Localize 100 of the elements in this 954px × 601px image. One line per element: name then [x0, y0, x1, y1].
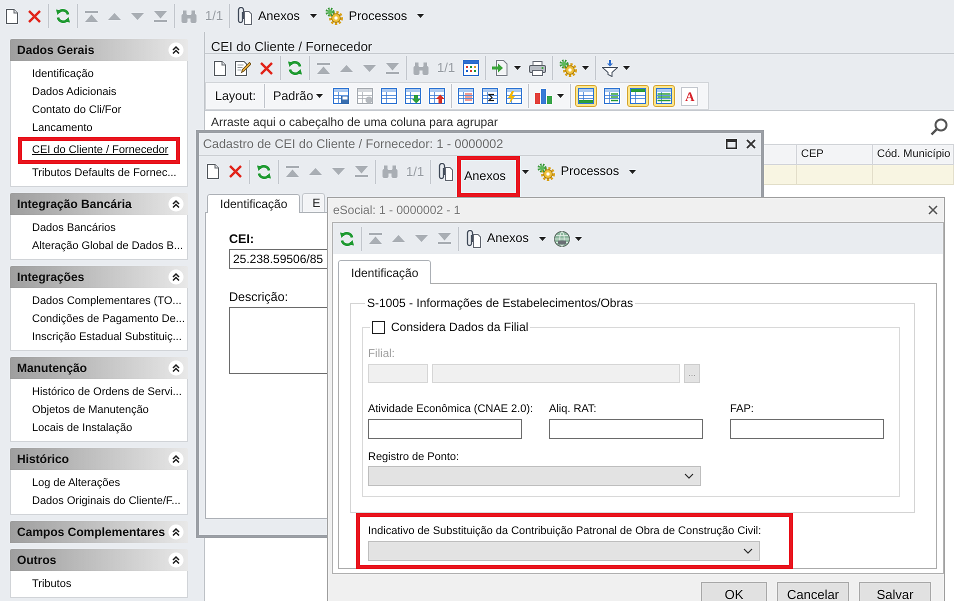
input-field[interactable]: 25.238.59506/85 — [229, 248, 328, 269]
processes-menu-button[interactable]: Processos — [346, 4, 410, 28]
chevron-down-icon — [684, 473, 694, 480]
sidebar-item[interactable]: Inscrição Estadual Substituiç... — [32, 328, 182, 346]
sidebar-item[interactable]: Tributos Defaults de Fornec... — [32, 164, 176, 182]
refresh-arrows-icon — [256, 164, 272, 180]
group-header[interactable]: Integrações — [10, 266, 188, 288]
field-label: Descrição: — [229, 288, 288, 306]
double-chevron-icon[interactable] — [168, 269, 184, 285]
table-icon — [656, 88, 672, 104]
sidebar-item[interactable]: Contato do Cli/For — [32, 101, 122, 119]
caret-icon — [316, 94, 324, 98]
triangle-down-icon — [363, 64, 376, 72]
group-header[interactable]: Outros — [10, 549, 188, 571]
table-bolt-icon — [506, 88, 522, 104]
record-counter: 1/1 — [405, 162, 426, 181]
select-field[interactable] — [368, 466, 701, 486]
double-chevron-icon[interactable] — [168, 42, 184, 58]
sidebar-item[interactable]: Condições de Pagamento De... — [32, 310, 185, 328]
toggle-button[interactable] — [627, 85, 650, 107]
document-icon — [206, 164, 218, 179]
table-arrow-down-icon — [405, 88, 422, 104]
globe-icon — [554, 230, 570, 246]
sidebar-item[interactable]: Dados Complementares (TO... — [32, 292, 182, 310]
bar-triangle-down-icon — [355, 166, 368, 177]
triangle-down-icon — [332, 168, 345, 175]
window-title: Cadastro de CEI do Cliente / Fornecedor: 1 - 0000002 — [203, 136, 504, 153]
group-title: Histórico — [17, 451, 70, 468]
table-icon — [630, 88, 646, 104]
font-color-button[interactable]: A — [681, 86, 698, 106]
tab[interactable]: Identificação — [338, 260, 432, 284]
sidebar-item[interactable]: Locais de Instalação — [32, 419, 132, 437]
group-header[interactable]: Integração Bancária — [10, 193, 188, 215]
double-chevron-icon[interactable] — [168, 524, 184, 540]
search-icon[interactable] — [930, 118, 948, 136]
double-chevron-icon[interactable] — [168, 552, 184, 568]
paperclip-icon — [465, 230, 481, 248]
gear-icon — [324, 7, 343, 25]
tab[interactable]: Identificação — [207, 194, 300, 213]
close-icon[interactable] — [928, 205, 938, 215]
printer-icon — [529, 60, 546, 76]
checkbox-label: Considera Dados da Filial — [391, 319, 528, 336]
tab[interactable]: E — [302, 193, 326, 212]
bar-triangle-up-icon — [317, 62, 330, 74]
input-field[interactable] — [549, 418, 703, 439]
group-header[interactable]: Histórico — [10, 448, 188, 470]
gear-icon — [559, 59, 578, 77]
dialog-button[interactable]: Salvar — [859, 582, 931, 601]
section-title: S-1005 - Informações de Estabelecimentos/Obras — [366, 295, 634, 312]
processes-menu-button[interactable]: Processos — [558, 160, 622, 184]
sidebar-item[interactable]: Tributos — [32, 575, 72, 593]
column-header[interactable]: Cód. Município — [873, 145, 954, 164]
document-pencil-icon — [235, 60, 251, 76]
double-chevron-icon[interactable] — [168, 196, 184, 212]
caret-icon — [582, 66, 590, 70]
cross-icon — [28, 10, 41, 22]
dialog-button[interactable]: OK — [701, 582, 767, 601]
sidebar-item[interactable]: Log de Alterações — [32, 474, 120, 492]
group-by-hint: Arraste aqui o cabeçalho de uma coluna para agrupar — [211, 114, 498, 131]
checkbox[interactable] — [372, 320, 385, 334]
document-arrow-icon — [492, 60, 510, 76]
maximize-icon[interactable] — [726, 139, 737, 149]
layout-dropdown[interactable]: Padrão — [267, 84, 330, 108]
sidebar-item[interactable]: Objetos de Manutenção — [32, 401, 149, 419]
sidebar-item[interactable]: Dados Bancários — [32, 219, 116, 237]
sidebar-item[interactable]: Lancamento — [32, 119, 93, 137]
select-field[interactable] — [368, 540, 760, 561]
column-header[interactable]: CEP — [797, 145, 873, 164]
field-label: Aliq. RAT: — [549, 402, 596, 418]
triangle-down-icon — [415, 235, 428, 242]
close-icon[interactable] — [746, 139, 756, 149]
sidebar-item[interactable]: Histórico de Ordens de Servi... — [32, 383, 182, 401]
sidebar-item[interactable]: Identificação — [32, 65, 94, 83]
group-header[interactable]: Dados Gerais — [10, 39, 188, 61]
sidebar-item[interactable]: CEI do Cliente / Fornecedor — [32, 142, 168, 159]
bar-triangle-up-icon — [85, 10, 98, 22]
double-chevron-icon[interactable] — [168, 360, 184, 376]
attachments-menu-button[interactable]: Anexos — [462, 164, 508, 188]
group-title: Campos Complementares — [17, 524, 166, 541]
refresh-arrows-icon — [55, 8, 71, 24]
input-field[interactable] — [368, 418, 522, 439]
field-label: Filial: — [368, 347, 395, 362]
dialog-button[interactable]: Cancelar — [777, 582, 849, 601]
gear-icon — [536, 162, 555, 180]
toggle-button[interactable] — [575, 85, 598, 107]
sidebar-item[interactable]: Dados Adicionais — [32, 83, 116, 101]
table-icon — [604, 88, 620, 104]
bar-triangle-down-icon — [154, 10, 167, 22]
caret-icon — [417, 14, 424, 18]
group-header[interactable]: Manutenção — [10, 357, 188, 379]
double-chevron-icon[interactable] — [168, 451, 184, 467]
sidebar-item[interactable]: Dados Originais do Cliente/F... — [32, 492, 181, 510]
group-header[interactable]: Campos Complementares — [10, 521, 188, 543]
attachments-menu-button[interactable]: Anexos — [256, 4, 302, 28]
sidebar-item[interactable]: Alteração Global de Dados B... — [32, 237, 184, 255]
field-label: Registro de Ponto: — [368, 450, 460, 465]
field-label: FAP: — [730, 402, 754, 418]
attachments-menu-button[interactable]: Anexos — [485, 226, 531, 251]
toggle-button[interactable] — [653, 85, 676, 107]
input-field[interactable] — [730, 418, 884, 439]
